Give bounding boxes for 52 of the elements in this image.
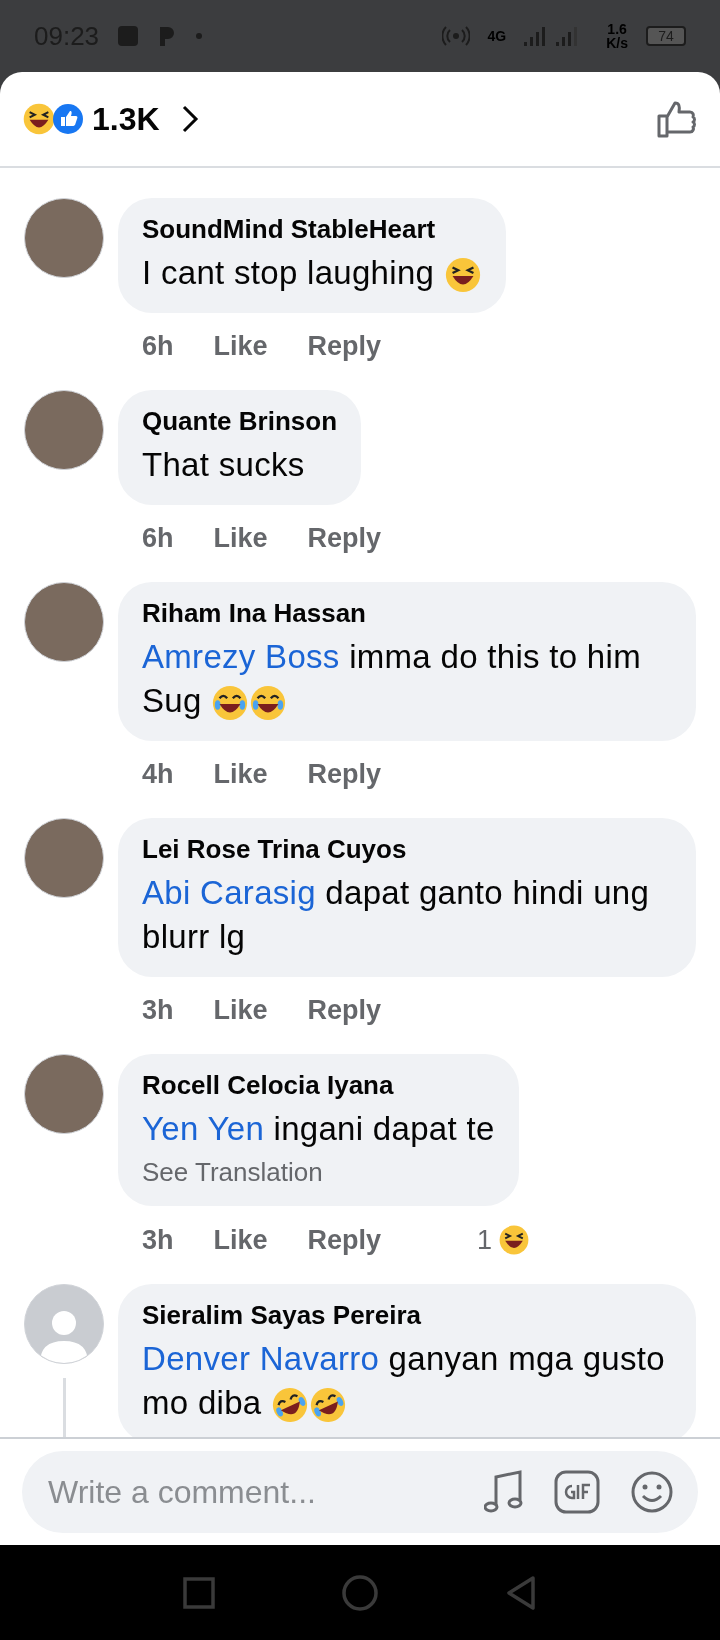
mention-link[interactable]: Denver Navarro [142, 1340, 380, 1377]
comment-time: 6h [142, 331, 174, 362]
reply-link[interactable]: Reply [307, 759, 382, 790]
dot-icon [195, 32, 204, 40]
like-link[interactable]: Like [213, 331, 268, 362]
mention-link[interactable]: Amrezy Boss [142, 638, 340, 675]
comment-time: 3h [142, 1224, 174, 1256]
commenter-name[interactable]: Lei Rose Trina Cuyos [142, 834, 672, 865]
comment-text: Abi Carasig dapat ganto hindi ung blurr lg [142, 873, 651, 957]
see-translation-link[interactable]: See Translation [142, 1157, 495, 1188]
like-reaction-icon [52, 103, 84, 135]
comment-text: Amrezy Boss imma do this to him Sug [142, 635, 672, 723]
comment-text: I cant stop laughing [142, 251, 482, 295]
commenter-name[interactable]: Riham Ina Hassan [142, 598, 672, 629]
gif-icon[interactable] [554, 1470, 600, 1514]
music-note-icon[interactable] [484, 1469, 524, 1515]
like-link[interactable]: Like [213, 759, 268, 790]
tears-of-joy-face-icon [249, 684, 288, 723]
squint-face-icon [443, 256, 482, 295]
network-speed: 1.6 K/s [606, 22, 628, 50]
rolling-laughing-face-icon [309, 1386, 347, 1425]
like-link[interactable]: Like [213, 523, 268, 554]
reaction-count[interactable]: 1 [477, 1224, 493, 1256]
comment-text: Denver Navarro ganyan mga gusto mo diba [142, 1337, 672, 1425]
comment-time: 4h [142, 759, 174, 790]
notification-square-icon [117, 25, 140, 47]
reply-link[interactable]: Reply [307, 995, 382, 1026]
smiley-icon[interactable] [630, 1470, 674, 1514]
comment-time: 6h [142, 523, 174, 554]
commenter-name[interactable]: Sieralim Sayas Pereira [142, 1300, 672, 1331]
like-link[interactable]: Like [213, 995, 268, 1026]
comment-text: Yen Yen ingani dapat te [142, 1109, 495, 1149]
reply-link[interactable]: Reply [307, 523, 382, 554]
comment-text: That sucks [142, 445, 306, 485]
hotspot-icon [441, 24, 470, 48]
mention-link[interactable]: Yen Yen [142, 1110, 265, 1147]
commenter-name[interactable]: Rocell Celocia Iyana [142, 1070, 495, 1101]
battery-level: 74 [646, 26, 686, 46]
reply-link[interactable]: Reply [307, 1224, 382, 1256]
commenter-name[interactable]: SoundMind StableHeart [142, 214, 482, 245]
squint-face-icon [22, 102, 56, 136]
reply-link[interactable]: Reply [307, 331, 382, 362]
rolling-laughing-face-icon [271, 1386, 309, 1425]
mention-link[interactable]: Abi Carasig [142, 874, 316, 911]
reaction-count[interactable]: 1.3K [92, 100, 160, 138]
like-link[interactable]: Like [213, 1224, 268, 1256]
squint-face-icon [498, 1224, 531, 1256]
tears-of-joy-face-icon [211, 684, 250, 723]
network-type: 4G [487, 29, 507, 43]
commenter-name[interactable]: Quante Brinson [142, 406, 337, 437]
comment-field[interactable]: Write a comment... [22, 1451, 698, 1533]
comment-time: 3h [142, 995, 174, 1026]
